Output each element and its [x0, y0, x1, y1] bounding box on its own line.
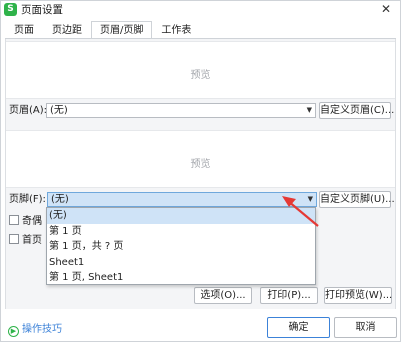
dialog-title: 页面设置 [21, 4, 63, 16]
header-select[interactable]: (无) ▼ [46, 103, 316, 118]
tab-sheet[interactable]: 工作表 [152, 21, 200, 39]
dropdown-option[interactable]: 第 1 页 [47, 224, 315, 240]
footer-select-value: (无) [51, 194, 69, 205]
play-circle-icon: ▶ [8, 326, 19, 337]
tips-link[interactable]: ▶ 操作技巧 [8, 320, 62, 337]
tab-page[interactable]: 页面 [5, 21, 43, 39]
header-label: 页眉(A): [9, 105, 48, 116]
dropdown-option[interactable]: 第 1 页, Sheet1 [47, 270, 315, 286]
odd-even-checkbox[interactable] [9, 215, 19, 225]
first-page-checkbox[interactable] [9, 234, 19, 244]
dropdown-option[interactable]: Sheet1 [47, 255, 315, 271]
close-icon[interactable]: ✕ [378, 1, 394, 18]
dropdown-option[interactable]: (无) [47, 208, 315, 224]
odd-even-label: 奇偶 [22, 216, 42, 227]
footer-select[interactable]: (无) ▼ [47, 192, 317, 207]
chevron-down-icon: ▼ [307, 195, 313, 203]
footer-label: 页脚(F): [9, 194, 46, 205]
dropdown-option[interactable]: 第 1 页，共 ? 页 [47, 239, 315, 255]
header-preview: 预览 [6, 41, 395, 99]
tab-bar: 页面 页边距 页眉/页脚 工作表 [5, 21, 200, 39]
first-page-checkbox-row[interactable]: 首页 [9, 234, 42, 247]
first-page-label: 首页 [22, 235, 42, 246]
page-setup-dialog: S 页面设置 ✕ 页面 页边距 页眉/页脚 工作表 预览 页眉(A): (无) … [0, 0, 401, 342]
custom-footer-button[interactable]: 自定义页脚(U)... [319, 191, 395, 208]
print-button[interactable]: 打印(P)... [260, 287, 318, 304]
ok-button[interactable]: 确定 [267, 317, 330, 338]
options-button[interactable]: 选项(O)... [194, 287, 252, 304]
chevron-down-icon: ▼ [306, 106, 312, 114]
header-preview-label: 预览 [190, 70, 211, 81]
header-select-value: (无) [50, 105, 68, 116]
title-bar: S 页面设置 ✕ [1, 1, 400, 19]
footer-preview: 预览 [6, 130, 395, 188]
odd-even-checkbox-row[interactable]: 奇偶 [9, 215, 42, 228]
tab-header-footer[interactable]: 页眉/页脚 [91, 21, 153, 39]
tab-margins[interactable]: 页边距 [43, 21, 91, 39]
wps-spreadsheet-icon: S [4, 3, 17, 16]
print-preview-button[interactable]: 打印预览(W)... [324, 287, 392, 304]
cancel-button[interactable]: 取消 [334, 317, 397, 338]
tips-label: 操作技巧 [22, 324, 62, 335]
footer-preview-label: 预览 [190, 159, 211, 170]
footer-dropdown-list: (无) 第 1 页 第 1 页，共 ? 页 Sheet1 第 1 页, Shee… [46, 207, 316, 285]
custom-header-button[interactable]: 自定义页眉(C)... [319, 102, 394, 119]
